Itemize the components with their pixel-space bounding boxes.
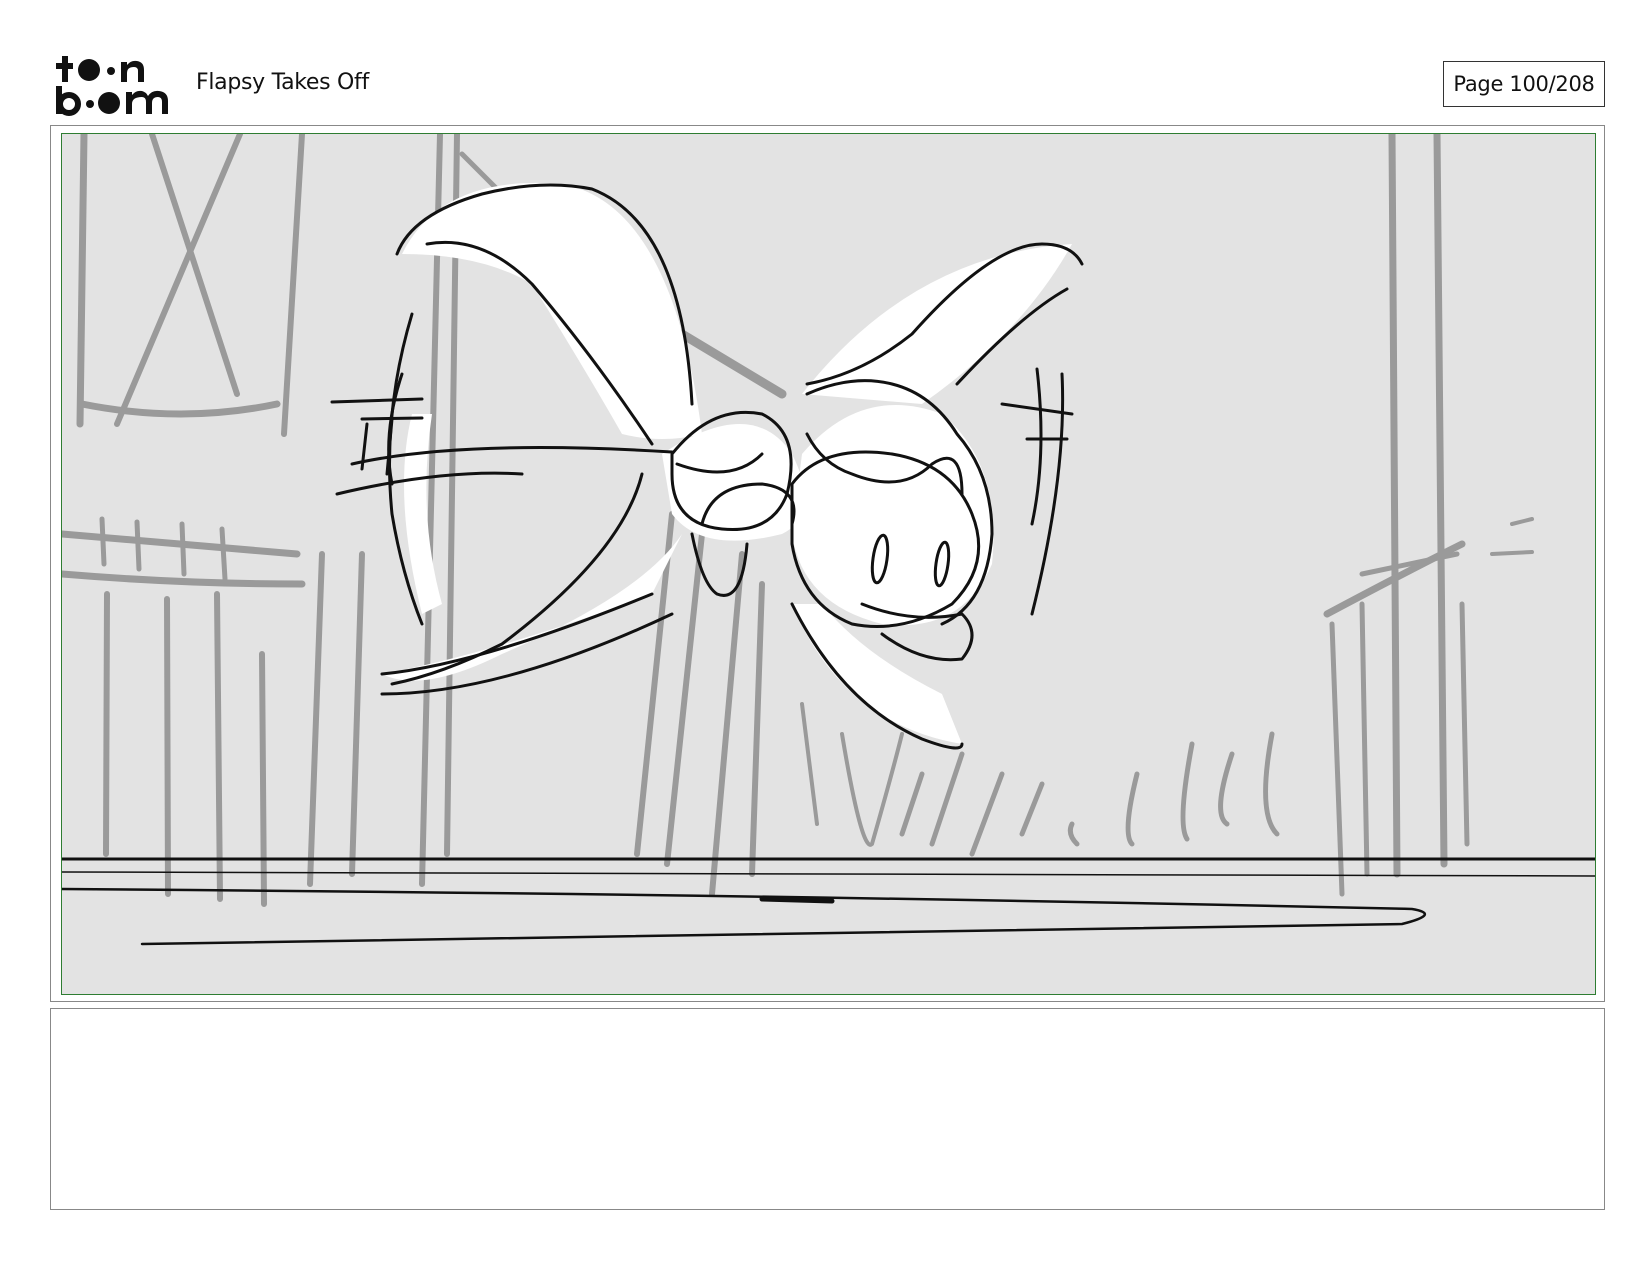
- document-title: Flapsy Takes Off: [196, 70, 369, 95]
- logo-mark: [56, 56, 168, 116]
- panel-safe-frame: [61, 133, 1596, 995]
- storyboard-sketch: [62, 134, 1595, 946]
- page-indicator: Page 100/208: [1443, 61, 1605, 107]
- toon-boom-logo-icon: [54, 54, 172, 116]
- panel-notes-area[interactable]: [50, 1008, 1605, 1210]
